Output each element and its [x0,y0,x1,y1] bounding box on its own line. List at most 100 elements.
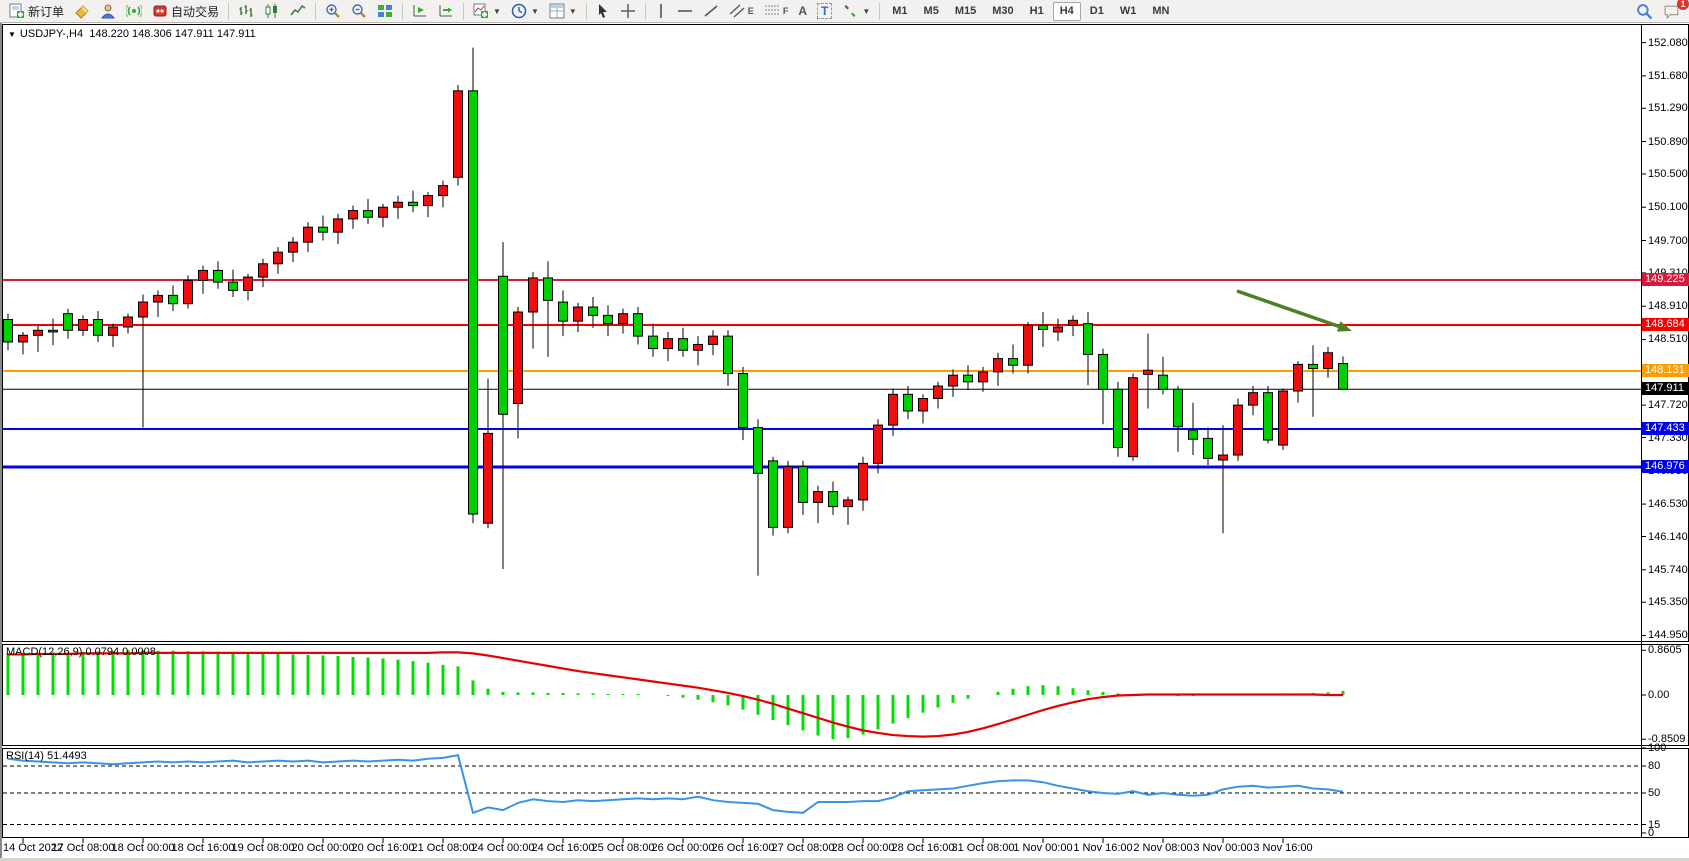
periods-button[interactable]: ▼ [506,1,544,21]
new-order-button[interactable]: 新订单 [4,1,69,21]
vertical-line-tool-button[interactable] [650,1,672,21]
toolbar: 新订单 自动交易 ▼ ▼ [0,0,1689,23]
price-line-label[interactable]: 146.976 [1642,460,1689,473]
price-tick-label: 148.910 [1648,300,1689,312]
collapse-triangle-icon[interactable]: ▼ [8,30,16,39]
notifications-button[interactable]: 1 [1658,1,1685,21]
profile-button[interactable] [95,1,121,21]
macd-tick-label: 0.8605 [1648,644,1689,656]
price-tick-label: 149.700 [1648,235,1689,247]
time-tick-label: 25 Oct 08:00 [592,842,655,854]
crosshair-icon [620,3,636,19]
text-tool-button[interactable]: A [793,1,812,21]
time-tick-label: 28 Oct 00:00 [832,842,895,854]
rsi-tick-label: 0 [1648,827,1689,839]
notification-badge: 1 [1677,0,1689,10]
price-line-label[interactable]: 147.911 [1642,382,1689,395]
search-button[interactable] [1631,1,1658,21]
price-line-label[interactable]: 148.131 [1642,364,1689,377]
chart-shift-button[interactable] [433,1,459,21]
timeframe-button-h4[interactable]: H4 [1053,2,1081,21]
symbol-period-label: USDJPY-,H4 [20,28,83,40]
auto-trading-icon [152,3,168,19]
price-tick-label: 150.890 [1648,136,1689,148]
price-tick-label: 145.740 [1648,564,1689,576]
zoom-in-icon [325,3,341,19]
line-chart-type-button[interactable] [285,1,311,21]
new-order-icon [9,3,25,19]
horizontal-line-tool-button[interactable] [672,1,698,21]
toolbar-separator [879,3,880,20]
timeframe-button-m1[interactable]: M1 [885,2,914,21]
trendline-tool-button[interactable] [698,1,724,21]
toolbar-separator [645,3,646,20]
toolbar-separator [586,3,587,20]
fibonacci-letter: F [783,6,789,16]
timeframe-button-m30[interactable]: M30 [985,2,1020,21]
time-tick-label: 26 Oct 00:00 [652,842,715,854]
arrows-icon [842,3,858,19]
macd-tick-label: 0.00 [1648,689,1689,701]
chart-title: ▼USDJPY-,H4 148.220 148.306 147.911 147.… [8,28,256,40]
tile-windows-button[interactable] [372,1,398,21]
auto-scroll-icon [412,3,428,19]
timeframe-group: M1M5M15M30H1H4D1W1MN [884,2,1177,21]
rsi-indicator-label: RSI(14) 51.4493 [6,750,87,762]
rsi-pane[interactable] [2,748,1689,838]
macd-pane[interactable] [2,644,1689,746]
price-tick-label: 145.350 [1648,596,1689,608]
zoom-out-button[interactable] [346,1,372,21]
timeframe-button-w1[interactable]: W1 [1113,2,1144,21]
signals-button[interactable] [121,1,147,21]
price-tick-label: 146.530 [1648,498,1689,510]
timeframe-button-d1[interactable]: D1 [1083,2,1111,21]
arrows-tool-button[interactable]: ▼ [837,1,875,21]
bar-chart-icon [238,3,254,19]
window-left-edge [0,23,2,858]
clock-icon [511,3,527,19]
time-tick-label: 24 Oct 16:00 [532,842,595,854]
price-tick-label: 151.290 [1648,102,1689,114]
timeframe-button-h1[interactable]: H1 [1023,2,1051,21]
gold-tag-icon [74,3,90,19]
zoom-out-icon [351,3,367,19]
templates-button[interactable]: ▼ [544,1,582,21]
price-line-label[interactable]: 148.684 [1642,318,1689,331]
price-line-label[interactable]: 147.433 [1642,422,1689,435]
time-tick-label: 20 Oct 16:00 [352,842,415,854]
timeframe-button-m5[interactable]: M5 [917,2,946,21]
toolbar-separator [228,3,229,20]
auto-trading-button[interactable]: 自动交易 [147,1,224,21]
fibonacci-tool-button[interactable]: F [759,1,794,21]
crosshair-tool-button[interactable] [615,1,641,21]
candlestick-chart-type-button[interactable] [259,1,285,21]
search-icon [1636,3,1653,20]
channel-letter: E [748,6,754,16]
rsi-tick-label: 100 [1648,742,1689,754]
candlestick-icon [264,3,280,19]
indicators-icon [473,3,489,19]
price-pane[interactable] [2,24,1689,642]
fibonacci-icon [764,3,780,19]
indicators-button[interactable]: ▼ [468,1,506,21]
zoom-in-button[interactable] [320,1,346,21]
time-tick-label: 2 Nov 08:00 [1133,842,1192,854]
macd-indicator-label: MACD(12,26,9) 0.0794 0.0008 [6,646,156,658]
timeframe-button-mn[interactable]: MN [1145,2,1176,21]
chart-window[interactable]: ▼USDJPY-,H4 148.220 148.306 147.911 147.… [0,23,1689,861]
price-tick-label: 148.510 [1648,333,1689,345]
market-watch-button[interactable] [69,1,95,21]
bar-chart-type-button[interactable] [233,1,259,21]
timeframe-button-m15[interactable]: M15 [948,2,983,21]
auto-scroll-button[interactable] [407,1,433,21]
signal-icon [126,3,142,19]
price-line-label[interactable]: 149.225 [1642,273,1689,286]
price-tick-label: 152.080 [1648,37,1689,49]
rsi-tick-label: 50 [1648,787,1689,799]
text-label-tool-button[interactable]: T [812,1,837,21]
cursor-tool-button[interactable] [591,1,615,21]
channel-tool-button[interactable]: E [724,1,759,21]
rsi-tick-label: 80 [1648,760,1689,772]
toolbar-separator [463,3,464,20]
vertical-line-icon [655,3,667,19]
